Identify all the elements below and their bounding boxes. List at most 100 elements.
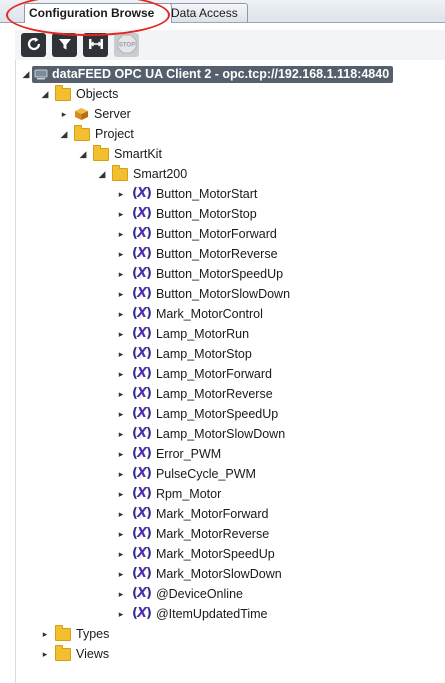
collapse-arrow-icon[interactable]: ▸: [115, 384, 127, 404]
collapse-arrow-icon[interactable]: ▸: [115, 584, 127, 604]
tree-item-variable[interactable]: ▸ (X) @ItemUpdatedTime: [115, 604, 268, 624]
tree-item-variable[interactable]: ▸ (X) Error_PWM: [115, 444, 221, 464]
variable-icon: (X): [132, 586, 152, 601]
tree-item-variable[interactable]: ▸ (X) Button_MotorReverse: [115, 244, 278, 264]
tree-item-variable[interactable]: ▸ (X) Lamp_MotorRun: [115, 324, 249, 344]
tab-configuration-browse[interactable]: Configuration Browse: [24, 3, 172, 23]
stop-icon: STOP: [117, 34, 137, 57]
collapse-arrow-icon[interactable]: ▸: [115, 544, 127, 564]
expand-arrow-icon[interactable]: ◢: [39, 84, 51, 104]
tree-item-label: Mark_MotorControl: [155, 307, 263, 321]
collapse-arrow-icon[interactable]: ▸: [115, 604, 127, 624]
collapse-arrow-icon[interactable]: ▸: [39, 644, 51, 664]
collapse-arrow-icon[interactable]: ▸: [115, 184, 127, 204]
expand-arrow-icon[interactable]: ◢: [58, 124, 70, 144]
tree-item-label: Views: [76, 647, 110, 661]
refresh-button[interactable]: [21, 33, 46, 57]
expand-arrow-icon[interactable]: ◢: [77, 144, 89, 164]
tree-item-variable[interactable]: ▸ (X) Mark_MotorForward: [115, 504, 269, 524]
tree-root[interactable]: ◢ dataFEED OPC UA Client 2 - opc.tcp://1…: [20, 64, 394, 84]
folder-icon: [74, 124, 90, 141]
tree-item-label: Lamp_MotorSlowDown: [155, 427, 286, 441]
collapse-arrow-icon[interactable]: ▸: [115, 284, 127, 304]
tree-item-variable[interactable]: ▸ (X) Mark_MotorControl: [115, 304, 263, 324]
tree-item-variable[interactable]: ▸ (X) Mark_MotorReverse: [115, 524, 269, 544]
expand-arrow-icon[interactable]: ◢: [96, 164, 108, 184]
tree-item-variable[interactable]: ▸ (X) Lamp_MotorStop: [115, 344, 252, 364]
tree-item-label: Lamp_MotorSpeedUp: [155, 407, 279, 421]
expand-arrow-icon[interactable]: ◢: [20, 64, 32, 84]
folder-icon: [55, 644, 71, 661]
collapse-arrow-icon[interactable]: ▸: [115, 524, 127, 544]
tab-data-access[interactable]: Data Access: [166, 3, 248, 22]
collapse-arrow-icon[interactable]: ▸: [115, 564, 127, 584]
refresh-icon: [26, 36, 42, 55]
tree-item-variable[interactable]: ▸ (X) Rpm_Motor: [115, 484, 222, 504]
tree-item-variable[interactable]: ▸ (X) Lamp_MotorSpeedUp: [115, 404, 279, 424]
collapse-arrow-icon[interactable]: ▸: [115, 464, 127, 484]
variable-icon: (X): [132, 286, 152, 301]
tree-item-variable[interactable]: ▸ (X) Button_MotorSlowDown: [115, 284, 290, 304]
tree-item-variable[interactable]: ▸ (X) PulseCycle_PWM: [115, 464, 256, 484]
filter-icon: [57, 36, 73, 55]
tree-item-variable[interactable]: ▸ (X) Lamp_MotorForward: [115, 364, 272, 384]
variable-icon: (X): [132, 346, 152, 361]
tree-item-label: Rpm_Motor: [155, 487, 222, 501]
tree-item-variable[interactable]: ▸ (X) Button_MotorStart: [115, 184, 258, 204]
tree-item-types[interactable]: ▸ Types: [39, 624, 109, 644]
collapse-arrow-icon[interactable]: ▸: [115, 304, 127, 324]
collapse-arrow-icon[interactable]: ▸: [115, 504, 127, 524]
collapse-arrow-icon[interactable]: ▸: [115, 344, 127, 364]
filter-button[interactable]: [52, 33, 77, 57]
variable-icon: (X): [132, 466, 152, 481]
collapse-arrow-icon[interactable]: ▸: [115, 444, 127, 464]
tree-item-variable[interactable]: ▸ (X) Button_MotorForward: [115, 224, 277, 244]
tree-item-label: Lamp_MotorForward: [155, 367, 272, 381]
variable-icon: (X): [132, 326, 152, 341]
variable-icon: (X): [132, 566, 152, 581]
tree-item-server[interactable]: ▸ Server: [58, 104, 131, 124]
stop-button[interactable]: STOP: [114, 33, 139, 57]
tree-item-variable[interactable]: ▸ (X) Mark_MotorSlowDown: [115, 564, 282, 584]
variable-icon: (X): [132, 426, 152, 441]
folder-icon: [93, 144, 109, 161]
tree-item-variable[interactable]: ▸ (X) Lamp_MotorReverse: [115, 384, 273, 404]
tree-item-label: Objects: [76, 87, 119, 101]
variable-icon: (X): [132, 606, 152, 621]
collapse-arrow-icon[interactable]: ▸: [115, 324, 127, 344]
tree-item-label: Mark_MotorSpeedUp: [155, 547, 275, 561]
tree-item-variable[interactable]: ▸ (X) @DeviceOnline: [115, 584, 243, 604]
connect-button[interactable]: [83, 33, 108, 57]
collapse-arrow-icon[interactable]: ▸: [115, 364, 127, 384]
variable-icon: (X): [132, 526, 152, 541]
tree-item-variable[interactable]: ▸ (X) Mark_MotorSpeedUp: [115, 544, 275, 564]
collapse-arrow-icon[interactable]: ▸: [115, 204, 127, 224]
tree-item-label: SmartKit: [114, 147, 162, 161]
tree-item-variable[interactable]: ▸ (X) Lamp_MotorSlowDown: [115, 424, 285, 444]
tree-item-project[interactable]: ◢ Project: [58, 124, 134, 144]
collapse-arrow-icon[interactable]: ▸: [39, 624, 51, 644]
tree-item-variable[interactable]: ▸ (X) Button_MotorSpeedUp: [115, 264, 283, 284]
variable-icon: (X): [132, 546, 152, 561]
tree-item-label: Button_MotorReverse: [155, 247, 278, 261]
tree-item-objects[interactable]: ◢ Objects: [39, 84, 118, 104]
collapse-arrow-icon[interactable]: ▸: [58, 104, 70, 124]
tree-item-variable[interactable]: ▸ (X) Button_MotorStop: [115, 204, 257, 224]
collapse-arrow-icon[interactable]: ▸: [115, 244, 127, 264]
tree-item-label: Mark_MotorForward: [155, 507, 269, 521]
tree-item-label: Mark_MotorReverse: [155, 527, 270, 541]
toolbar: STOP: [15, 30, 445, 60]
folder-icon: [112, 164, 128, 181]
collapse-arrow-icon[interactable]: ▸: [115, 264, 127, 284]
tree-item-views[interactable]: ▸ Views: [39, 644, 109, 664]
collapse-arrow-icon[interactable]: ▸: [115, 224, 127, 244]
tree-item-smart200[interactable]: ◢ Smart200: [96, 164, 187, 184]
tree-item-smartkit[interactable]: ◢ SmartKit: [77, 144, 162, 164]
tree-item-label: Mark_MotorSlowDown: [155, 567, 282, 581]
collapse-arrow-icon[interactable]: ▸: [115, 484, 127, 504]
root-bar: dataFEED OPC UA Client 2 - opc.tcp://192…: [32, 65, 394, 83]
variable-icon: (X): [132, 386, 152, 401]
collapse-arrow-icon[interactable]: ▸: [115, 404, 127, 424]
collapse-arrow-icon[interactable]: ▸: [115, 424, 127, 444]
root-label: dataFEED OPC UA Client 2 - opc.tcp://192…: [52, 66, 390, 81]
